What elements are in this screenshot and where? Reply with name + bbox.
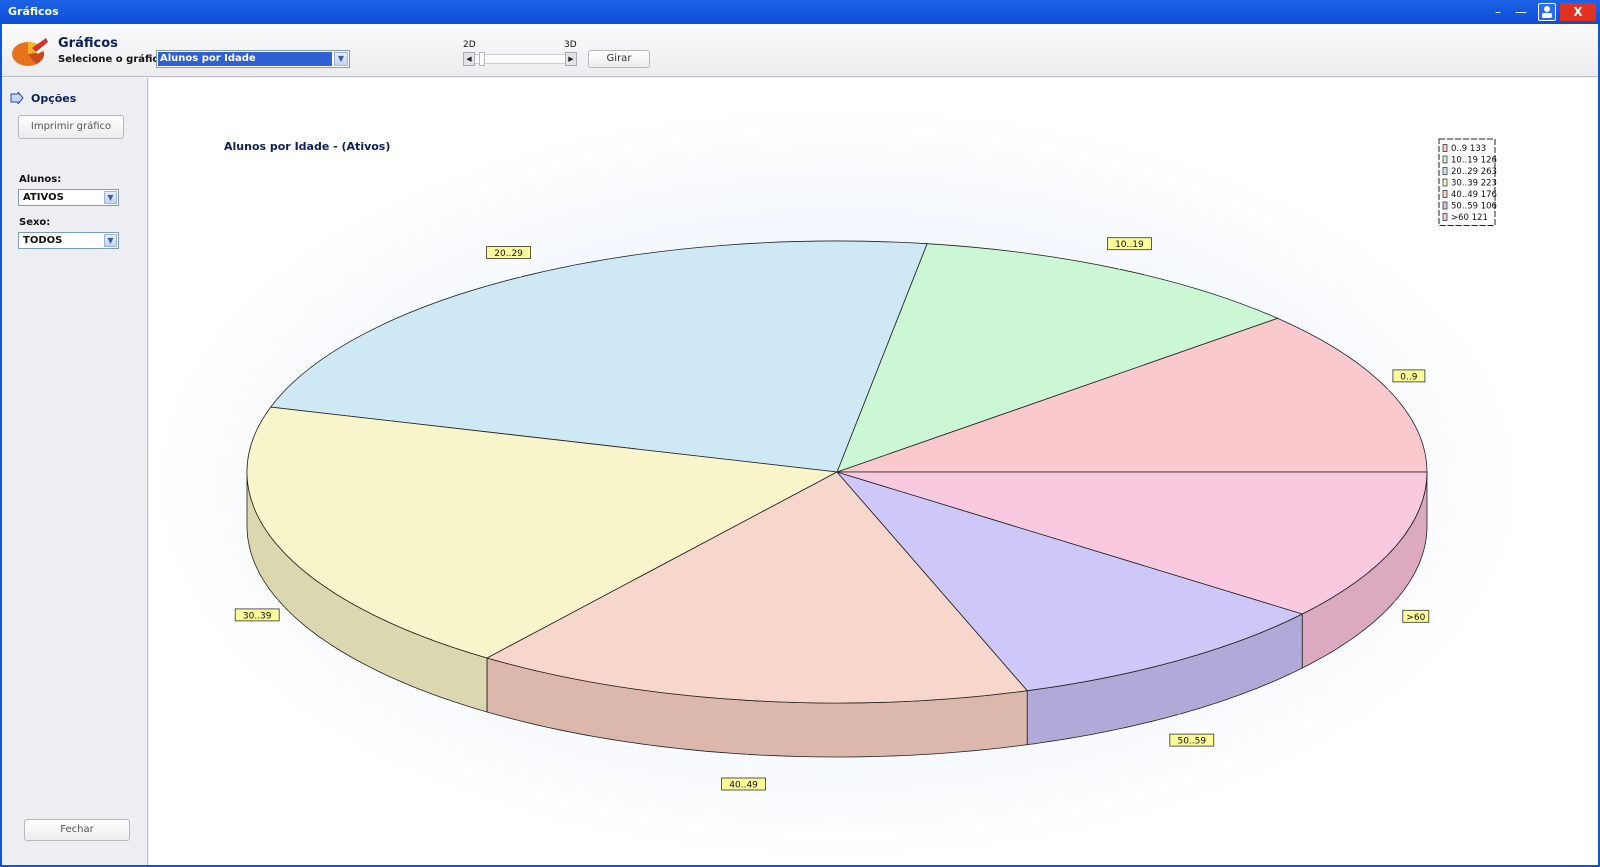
students-label: Alunos: <box>19 174 62 185</box>
user-icon[interactable] <box>1538 3 1556 21</box>
chart-area: Alunos por Idade - (Ativos) 0..9 10..19 20… <box>149 78 1598 865</box>
close-button[interactable]: Fechar <box>24 819 130 841</box>
label-3d: 3D <box>564 40 577 50</box>
data-label: 40..49 <box>729 781 758 791</box>
client-area: Gráficos Selecione o gráfico Alunos por … <box>2 24 1598 865</box>
minimize-icon[interactable]: – <box>1490 3 1506 21</box>
slider-left-arrow-icon[interactable]: ◀ <box>463 52 475 66</box>
arrow-right-icon <box>10 92 24 104</box>
chart-select-value: Alunos por Idade <box>158 52 332 66</box>
sex-select[interactable]: TODOS ▼ <box>18 232 119 249</box>
sex-label: Sexo: <box>19 217 51 228</box>
legend-entry: 10..19 126 <box>1451 156 1497 166</box>
options-sidebar: Opções Imprimir gráfico Alunos: ATIVOS ▼… <box>2 78 148 865</box>
data-label: >60 <box>1406 613 1425 623</box>
students-select-value: ATIVOS <box>23 192 64 203</box>
data-label: 50..59 <box>1177 737 1206 747</box>
header-bar: Gráficos Selecione o gráfico Alunos por … <box>2 24 1598 77</box>
sex-select-value: TODOS <box>23 235 63 246</box>
legend-entry: 40..49 176 <box>1451 190 1497 200</box>
chevron-down-icon[interactable]: ▼ <box>104 234 117 247</box>
options-title: Opções <box>31 92 77 105</box>
data-label: 10..19 <box>1115 240 1144 250</box>
slider-thumb[interactable] <box>479 52 485 66</box>
page-title: Gráficos <box>58 36 118 51</box>
legend-swatch <box>1442 201 1448 210</box>
data-label: 20..29 <box>494 249 523 259</box>
legend-swatch <box>1442 190 1448 198</box>
legend-swatch <box>1442 155 1448 164</box>
pie-chart: Alunos por Idade - (Ativos) 0..9 10..19 20… <box>149 103 1528 863</box>
depth-slider[interactable]: ◀ ▶ <box>463 52 577 66</box>
chart-select-label: Selecione o gráfico <box>58 54 166 65</box>
data-label: 0..9 <box>1400 372 1417 382</box>
print-chart-button[interactable]: Imprimir gráfico <box>18 115 124 139</box>
chevron-down-icon[interactable]: ▼ <box>104 191 117 204</box>
legend-swatch <box>1442 178 1448 187</box>
title-bar[interactable]: Gráficos – — X <box>0 0 1600 24</box>
rotate-button[interactable]: Girar <box>588 50 650 68</box>
legend-swatch <box>1442 167 1448 175</box>
legend-entry: 20..29 263 <box>1451 167 1497 177</box>
legend-entry: 30..39 223 <box>1451 179 1497 189</box>
main-window: Gráficos – — X Gráficos Selecione o gráf… <box>0 0 1600 867</box>
chevron-down-icon[interactable]: ▼ <box>334 52 348 66</box>
legend-swatch <box>1442 144 1448 152</box>
legend-swatch <box>1442 213 1448 221</box>
chart-select[interactable]: Alunos por Idade ▼ <box>156 50 350 68</box>
students-select[interactable]: ATIVOS ▼ <box>18 189 119 206</box>
chart-title: Alunos por Idade - (Ativos) <box>224 140 390 153</box>
legend-entry: 50..59 106 <box>1451 202 1497 212</box>
legend-entry: 0..9 133 <box>1451 144 1486 154</box>
close-window-button[interactable]: X <box>1560 3 1596 21</box>
slider-track[interactable] <box>475 54 565 64</box>
data-label: 30..39 <box>243 611 272 621</box>
maximize-icon[interactable]: — <box>1510 3 1532 21</box>
legend-entry: >60 121 <box>1451 213 1488 223</box>
chart-app-icon <box>12 38 49 66</box>
window-title: Gráficos <box>8 5 59 18</box>
slider-right-arrow-icon[interactable]: ▶ <box>565 52 577 66</box>
label-2d: 2D <box>463 40 476 50</box>
